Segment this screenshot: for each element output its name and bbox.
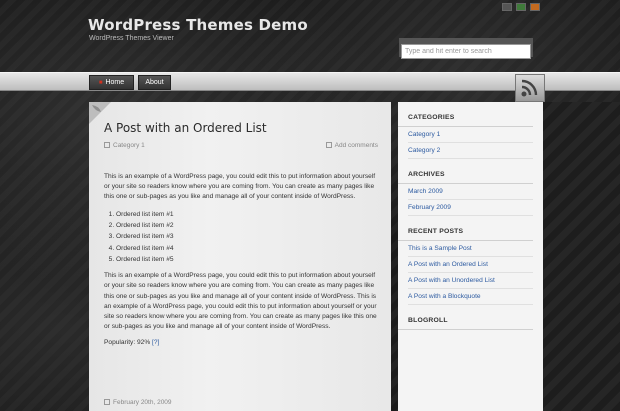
popularity: Popularity: 92% [?] [104, 338, 380, 348]
sidebar-link[interactable]: February 2009 [408, 200, 533, 216]
popularity-label: Popularity: 92% [104, 339, 151, 347]
swatch-orange[interactable] [530, 3, 540, 11]
post-body: This is an example of a WordPress page, … [104, 172, 380, 355]
widget-title: CATEGORIES [398, 114, 533, 127]
widget-archives: ARCHIVES March 2009 February 2009 [398, 171, 543, 216]
swatch-green[interactable] [516, 3, 526, 11]
post-category-label: Category 1 [113, 142, 145, 149]
post-meta: Category 1 Add comments [104, 142, 378, 152]
list-item: Ordered list item #3 [116, 231, 380, 242]
add-comments-link[interactable]: Add comments [325, 142, 378, 149]
popularity-help-link[interactable]: [?] [152, 339, 159, 346]
swatch-gray[interactable] [502, 3, 512, 11]
home-icon: ■ [98, 79, 103, 86]
widget-title: RECENT POSTS [398, 228, 533, 241]
nav-home[interactable]: ■ Home [89, 75, 134, 90]
search-input[interactable] [401, 44, 531, 59]
site-title[interactable]: WordPress Themes Demo [88, 16, 308, 34]
sidebar-link[interactable]: A Post with an Unordered List [408, 273, 533, 289]
post-title[interactable]: A Post with an Ordered List [104, 121, 267, 135]
rss-feed-icon[interactable] [515, 74, 545, 102]
list-item: Ordered list item #5 [116, 254, 380, 265]
post-paragraph: This is an example of a WordPress page, … [104, 272, 377, 331]
sidebar-link[interactable]: This is a Sample Post [408, 241, 533, 257]
list-item: Ordered list item #4 [116, 243, 380, 254]
sidebar-link[interactable]: March 2009 [408, 184, 533, 200]
nav-about-label: About [145, 79, 164, 86]
sidebar-link[interactable]: Category 2 [408, 143, 533, 159]
comment-icon [325, 142, 332, 148]
widget-recent-posts: RECENT POSTS This is a Sample Post A Pos… [398, 228, 543, 305]
sidebar-link[interactable]: Category 1 [408, 127, 533, 143]
widget-blogroll: BLOGROLL [398, 317, 543, 330]
sidebar: CATEGORIES Category 1 Category 2 ARCHIVE… [398, 102, 543, 411]
nav-home-label: Home [105, 79, 125, 86]
list-item: Ordered list item #2 [116, 220, 380, 231]
site-tagline: WordPress Themes Viewer [89, 35, 174, 42]
post-date-label: February 20th, 2009 [113, 399, 172, 406]
post-paragraph: This is an example of a WordPress page, … [104, 173, 376, 201]
site-header: WordPress Themes Demo WordPress Themes V… [0, 0, 620, 72]
widget-title: BLOGROLL [398, 317, 533, 330]
post-category[interactable]: Category 1 [104, 142, 145, 149]
calendar-icon [104, 399, 110, 405]
widget-categories: CATEGORIES Category 1 Category 2 [398, 102, 543, 159]
sidebar-link[interactable]: A Post with a Blockquote [408, 289, 533, 305]
color-swatches [502, 3, 540, 11]
list-item: Ordered list item #1 [116, 209, 380, 220]
post-content: A Post with an Ordered List Category 1 A… [89, 102, 391, 411]
post-date: February 20th, 2009 [104, 399, 172, 406]
right-background [543, 102, 620, 411]
folder-icon [104, 142, 110, 148]
nav-about[interactable]: About [138, 75, 171, 90]
search-box [399, 38, 533, 59]
add-comments-label: Add comments [334, 142, 378, 149]
widget-title: ARCHIVES [398, 171, 533, 184]
ordered-list: Ordered list item #1 Ordered list item #… [116, 209, 380, 265]
sidebar-link[interactable]: A Post with an Ordered List [408, 257, 533, 273]
